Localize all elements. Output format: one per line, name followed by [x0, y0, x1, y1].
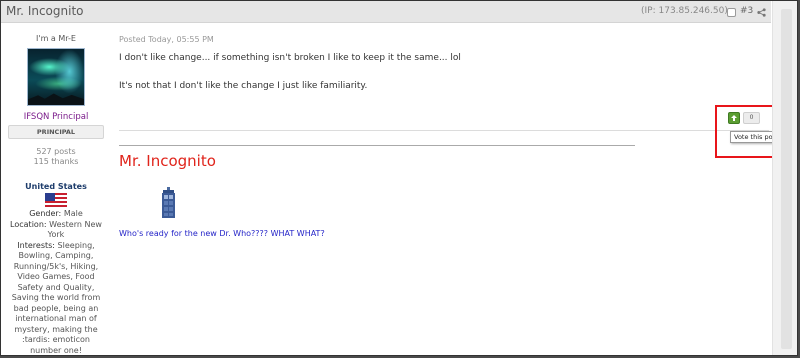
posted-date: Posted Today, 05:55 PM [119, 35, 214, 44]
country-name: United States [25, 182, 87, 191]
post-number-link[interactable]: #3 [740, 6, 753, 16]
post-body-line: It's not that I don't like the change I … [119, 81, 368, 91]
ip-address: (IP: 173.85.246.50) [641, 6, 728, 16]
profile-field-gender: Gender: Male [6, 209, 106, 220]
tardis-emoticon-icon [162, 187, 175, 218]
post-author-name[interactable]: Mr. Incognito [6, 4, 84, 18]
profile-field-label: Gender: [29, 209, 62, 218]
signature-tagline[interactable]: Who's ready for the new Dr. Who???? WHAT… [119, 229, 325, 238]
posts-count: 527 posts [36, 147, 76, 156]
profile-fields: Gender: Male Location: Western New York … [6, 209, 106, 356]
avatar[interactable] [27, 48, 85, 106]
post-header-bar: Mr. Incognito (IP: 173.85.246.50) #3 [1, 1, 771, 23]
thanks-count: 115 thanks [33, 157, 79, 166]
post-frame: Mr. Incognito (IP: 173.85.246.50) #3 I'm… [0, 0, 798, 356]
profile-field-location: Location: Western New York [6, 220, 106, 241]
author-sidebar: I'm a Mr-E IFSQN Principal PRINCIPAL 527… [1, 24, 111, 356]
profile-field-label: Location: [10, 219, 47, 229]
profile-field-label: Interests: [17, 240, 55, 250]
avatar-mountain-silhouette [28, 93, 84, 105]
profile-field-interests: Interests: Sleeping, Bowling, Camping, R… [6, 240, 106, 356]
member-group-name: IFSQN Principal [23, 112, 89, 122]
rank-badge: PRINCIPAL [8, 125, 104, 139]
signature-divider [119, 145, 635, 146]
post-content: Posted Today, 05:55 PM I don't like chan… [111, 24, 771, 355]
profile-field-value: Western New York [47, 219, 102, 240]
share-icon[interactable] [757, 8, 766, 17]
us-flag-icon [45, 193, 67, 207]
select-post-checkbox[interactable] [727, 8, 736, 17]
scrollbar[interactable] [772, 1, 797, 355]
scroll-track[interactable] [781, 9, 792, 349]
signature-name: Mr. Incognito [119, 152, 216, 170]
profile-field-value: Male [63, 209, 83, 218]
profile-field-value: Sleeping, Bowling, Camping, Running/5k's… [11, 240, 101, 355]
content-divider [119, 130, 769, 131]
post-body-line: I don't like change... if something isn'… [119, 53, 461, 63]
member-title: I'm a Mr-E [36, 34, 76, 43]
